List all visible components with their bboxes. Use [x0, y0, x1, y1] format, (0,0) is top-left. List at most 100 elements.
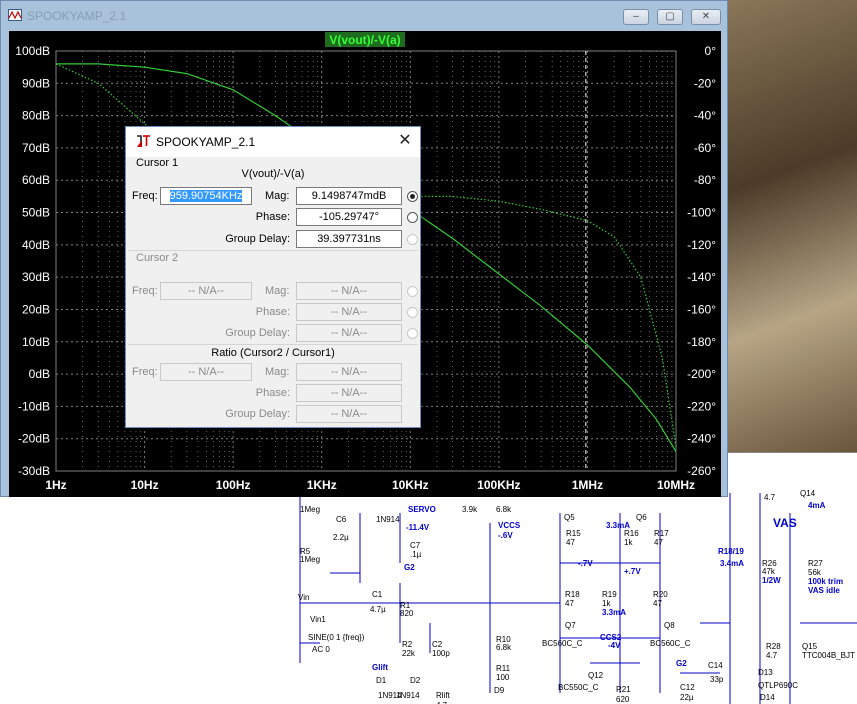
schematic-label: -.7V: [578, 559, 593, 568]
y-left-tick-label: -30dB: [18, 464, 50, 478]
cursor1-mag-field[interactable]: 9.1498747mdB: [296, 187, 402, 205]
schematic-label: -.6V: [498, 531, 513, 540]
schematic-label: AC 0: [312, 645, 330, 654]
schematic-label: R15: [566, 529, 581, 538]
schematic-label: C7: [410, 541, 421, 550]
schematic-label: BC560C_C: [650, 639, 691, 648]
cursor1-freq-field[interactable]: 959.90754KHz: [160, 187, 252, 205]
cursor2-phase-radio: [407, 307, 418, 318]
schematic-label: BC550C_C: [558, 683, 599, 692]
ltspice-icon: [137, 135, 150, 147]
schematic-label: 56k: [808, 568, 821, 577]
schematic-label: .1µ: [410, 550, 422, 559]
cursor-dialog[interactable]: SPOOKYAMP_2.1 ✕ Cursor 1 V(vout)/-V(a) F…: [125, 126, 421, 428]
schematic-label: 820: [400, 609, 414, 618]
schematic-label: R16: [624, 529, 639, 538]
y-left-tick-label: 90dB: [22, 76, 50, 90]
schematic-label: 3.4mA: [720, 559, 745, 568]
y-right-tick-label: -260°: [687, 464, 716, 478]
cursor1-phase-field[interactable]: -105.29747°: [296, 208, 402, 226]
schematic-label: 1Meg: [300, 555, 321, 564]
y-right-tick-label: -240°: [687, 432, 716, 446]
schematic-label: 22µ: [680, 693, 694, 702]
schematic-label: R11: [496, 664, 511, 673]
schematic-label: D9: [494, 686, 505, 695]
y-right-tick-label: -80°: [694, 173, 716, 187]
y-left-tick-label: 10dB: [22, 335, 50, 349]
cursor1-phase-radio[interactable]: [407, 212, 418, 223]
schematic-label: R18: [565, 590, 580, 599]
radio-selected-dot: [410, 194, 415, 199]
cursor1-phase-label: Phase:: [255, 211, 290, 223]
schematic-label: Rlift: [436, 691, 450, 700]
schematic-label: 33p: [710, 675, 724, 684]
schematic-label: SINE(0 1 {freq}): [308, 633, 365, 642]
plot-titlebar[interactable]: SPOOKYAMP_2.1 – ▢ ✕: [1, 1, 729, 31]
cursor2-mag-field: -- N/A--: [296, 282, 402, 300]
y-right-tick-label: -160°: [687, 302, 716, 316]
y-left-tick-label: -10dB: [18, 399, 50, 413]
y-left-tick-label: 60dB: [22, 173, 50, 187]
schematic-label: 100k trim: [808, 577, 844, 586]
schematic-label: VAS idle: [808, 586, 840, 595]
cursor2-group-delay-label: Group Delay:: [225, 327, 290, 339]
schematic-label: 47: [654, 538, 663, 547]
schematic-label: R2: [402, 640, 413, 649]
cursor2-mag-radio: [407, 286, 418, 297]
schematic-label: 47: [653, 599, 662, 608]
cursor2-freq-label: Freq:: [132, 285, 158, 297]
schematic-label: D2: [410, 676, 421, 685]
cursor2-freq-field: -- N/A--: [160, 282, 252, 300]
dialog-titlebar[interactable]: SPOOKYAMP_2.1 ✕: [126, 127, 420, 157]
cursor1-mag-radio[interactable]: [407, 191, 418, 202]
schematic-label: 4.7: [764, 493, 776, 502]
schematic-label: 1N914: [396, 691, 420, 700]
schematic-label: SERVO: [408, 505, 436, 514]
cursor1-trace-name: V(vout)/-V(a): [241, 168, 305, 180]
y-right-tick-label: -20°: [694, 76, 716, 90]
cursor1-group-delay-radio[interactable]: [407, 234, 418, 245]
schematic-label: 1k: [602, 599, 611, 608]
y-left-tick-label: 0dB: [29, 367, 50, 381]
ratio-group-delay-field: -- N/A--: [296, 405, 402, 423]
minimize-button[interactable]: –: [623, 9, 649, 25]
cursor2-group-delay-field: -- N/A--: [296, 324, 402, 342]
schematic-label: D1: [376, 676, 387, 685]
dialog-close-button[interactable]: ✕: [396, 132, 414, 150]
y-left-tick-label: 100dB: [15, 44, 50, 58]
schematic-label: R19: [602, 590, 617, 599]
schematic-label: C2: [432, 640, 443, 649]
ratio-phase-label: Phase:: [255, 387, 290, 399]
y-right-tick-label: -140°: [687, 270, 716, 284]
maximize-button[interactable]: ▢: [657, 9, 683, 25]
schematic-label: 3.3mA: [602, 608, 627, 617]
close-window-button[interactable]: ✕: [691, 9, 721, 25]
y-left-tick-label: 20dB: [22, 302, 50, 316]
schematic-label: +.7V: [624, 567, 641, 576]
plot-window-title: SPOOKYAMP_2.1: [27, 9, 127, 23]
y-left-tick-label: -20dB: [18, 432, 50, 446]
y-left-tick-label: 30dB: [22, 270, 50, 284]
schematic-label: D13: [758, 668, 773, 677]
cursor1-freq-label: Freq:: [132, 190, 158, 202]
waveform-app-icon: [8, 9, 22, 21]
y-right-tick-label: -60°: [694, 141, 716, 155]
schematic-label: -4V: [608, 641, 621, 650]
schematic-label: Q5: [564, 513, 575, 522]
y-right-tick-label: -120°: [687, 238, 716, 252]
cursor1-group-delay-field[interactable]: 39.397731ns: [296, 230, 402, 248]
schematic-label: D14: [760, 693, 775, 702]
schematic-label: G2: [404, 563, 415, 572]
schematic-label: C14: [708, 661, 723, 670]
schematic-label: 100: [496, 673, 510, 682]
divider: [128, 250, 418, 251]
schematic-label: C12: [680, 683, 695, 692]
y-right-tick-label: -40°: [694, 109, 716, 123]
cursor1-freq-value: 959.90754KHz: [169, 190, 243, 202]
schematic-label: Vin: [298, 593, 310, 602]
schematic-label: R17: [654, 529, 669, 538]
y-right-tick-label: -220°: [687, 399, 716, 413]
schematic-label: R27: [808, 559, 823, 568]
y-left-tick-label: 40dB: [22, 238, 50, 252]
schematic-label: 1/2W: [762, 576, 781, 585]
